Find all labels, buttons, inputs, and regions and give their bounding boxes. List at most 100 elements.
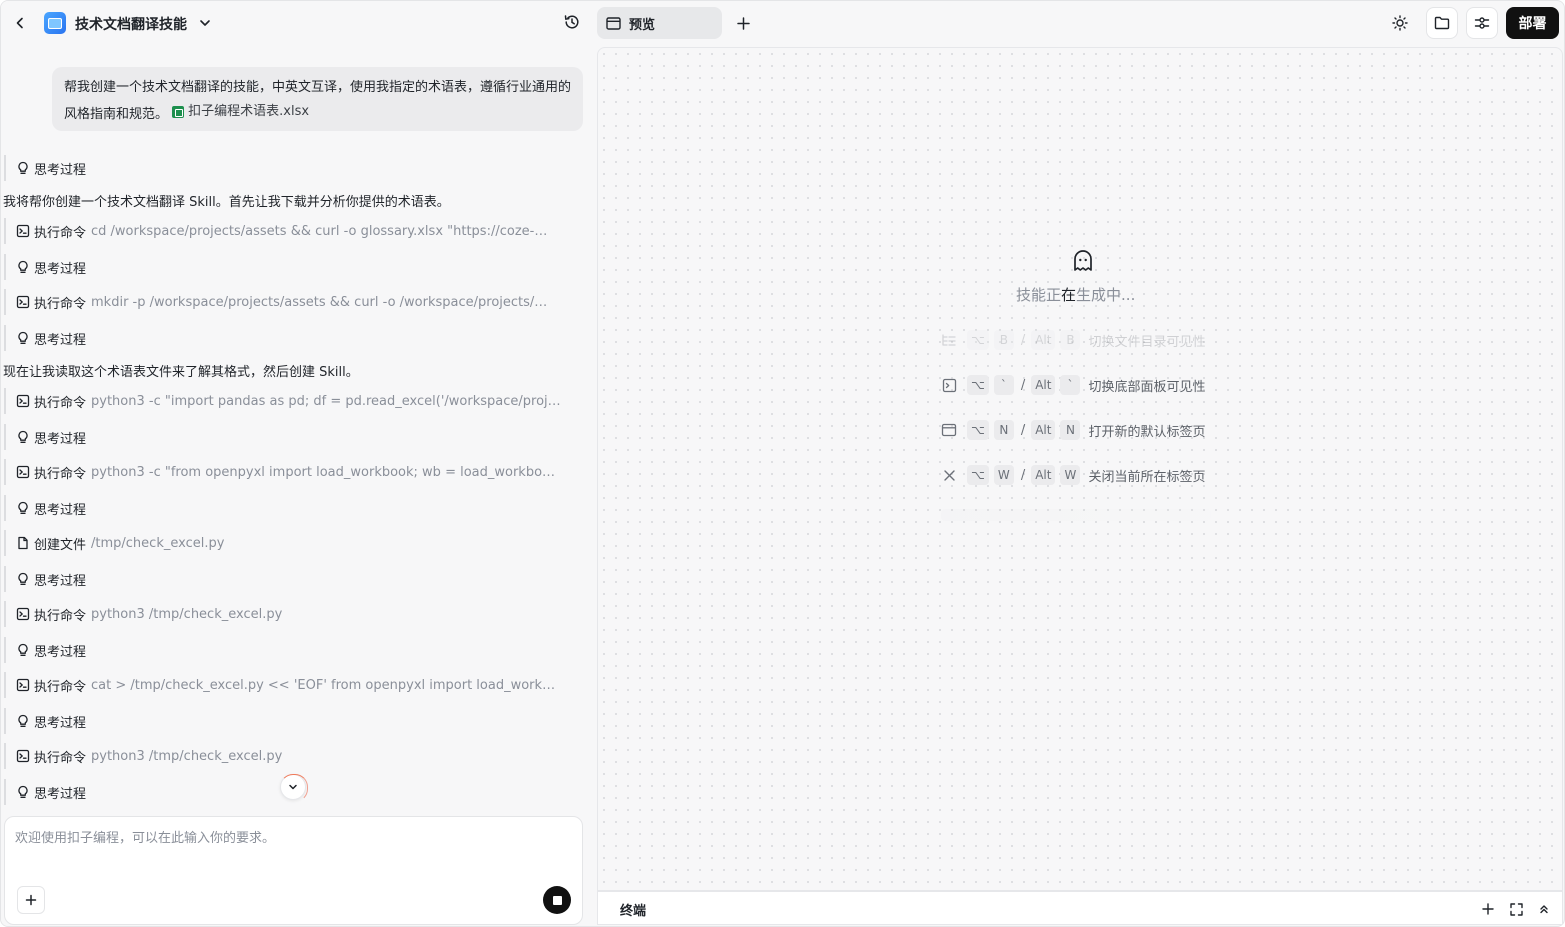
step-detail: python3 -c "from openpyxl import load_wo…	[91, 464, 562, 480]
ghost-icon	[1074, 250, 1092, 271]
stop-generation-button[interactable]	[543, 886, 571, 914]
key-cap: `	[993, 375, 1014, 395]
exec-command-step[interactable]: 执行命令 mkdir -p /workspace/projects/assets …	[4, 289, 564, 315]
terminal-icon	[16, 224, 30, 238]
terminal-icon	[16, 394, 30, 408]
chat-panel: 技术文档翻译技能 帮我创建一个技术文档翻译的技能，中英文互译，使用我指定的术语表…	[1, 1, 593, 926]
exec-command-step[interactable]: 执行命令 python3 -c "import pandas as pd; df …	[4, 388, 564, 414]
app-title: 技术文档翻译技能	[75, 17, 187, 33]
thinking-step[interactable]: 思考过程	[4, 566, 564, 592]
shortcut-hint: ⌥ B / Alt B 切换文件目录可见性	[941, 329, 1205, 351]
exec-command-step[interactable]: 执行命令 python3 /tmp/check_excel.py	[4, 743, 564, 769]
terminal-icon	[16, 607, 30, 621]
step-label: 思考过程	[34, 261, 87, 277]
user-message: 帮我创建一个技术文档翻译的技能，中英文互译，使用我指定的术语表，遵循行业通用的风…	[52, 67, 583, 131]
lightbulb-icon	[16, 430, 30, 444]
tab-preview-label: 预览	[629, 17, 656, 33]
exec-command-step[interactable]: 执行命令 cd /workspace/projects/assets && cur…	[4, 218, 564, 244]
shortcut-description: 关闭当前所在标签页	[1088, 469, 1206, 485]
key-cap: N	[993, 420, 1014, 440]
new-terminal-button[interactable]	[1480, 901, 1496, 917]
tab-bar: 预览 部署	[593, 1, 1564, 45]
key-cap: W	[1060, 465, 1081, 485]
attachment[interactable]: 扣子编程术语表.xlsx	[172, 100, 309, 124]
key-cap: ⌥	[967, 420, 989, 440]
separator: /	[1020, 467, 1026, 483]
terminal-icon	[16, 678, 30, 692]
generating-status: 技能正在生成中...	[1016, 286, 1136, 304]
scroll-to-bottom-button[interactable]	[280, 774, 308, 802]
chevron-down-icon	[200, 20, 210, 26]
settings-button[interactable]	[1466, 7, 1498, 39]
key-cap: W	[993, 465, 1014, 485]
chevrons-up-icon	[1540, 905, 1548, 914]
step-detail: python3 /tmp/check_excel.py	[91, 748, 283, 764]
step-label: 创建文件	[34, 537, 87, 553]
shortcut-description: 切换底部面板可见性	[1088, 379, 1206, 395]
separator: /	[1020, 332, 1026, 348]
add-attachment-button[interactable]	[17, 886, 45, 914]
assistant-message: 我将帮你创建一个技术文档翻译 Skill。首先让我下载并分析你提供的术语表。	[3, 194, 450, 210]
key-cap: Alt	[1031, 420, 1056, 440]
tab-preview[interactable]: 预览	[597, 7, 722, 39]
plus-icon	[1482, 903, 1494, 915]
step-label: 思考过程	[34, 431, 87, 447]
key-cap: ⌥	[967, 330, 989, 350]
sun-icon	[1392, 15, 1408, 31]
browser-tab-icon	[941, 422, 957, 438]
key-cap: B	[1060, 330, 1081, 350]
thinking-step[interactable]: 思考过程	[4, 708, 564, 734]
maximize-terminal-button[interactable]	[1508, 901, 1524, 917]
separator: /	[1020, 377, 1026, 393]
key-cap: N	[1060, 420, 1081, 440]
deploy-button[interactable]: 部署	[1506, 7, 1559, 39]
shortcut-description: 打开新的默认标签页	[1088, 424, 1206, 440]
thinking-step[interactable]: 思考过程	[4, 424, 564, 450]
chevron-left-icon	[16, 17, 23, 29]
thinking-step[interactable]: 思考过程	[4, 325, 564, 351]
chat-input[interactable]	[15, 827, 570, 877]
lightbulb-icon	[16, 501, 30, 515]
title-dropdown-button[interactable]	[197, 15, 213, 31]
collapse-terminal-button[interactable]	[1536, 901, 1552, 917]
step-label: 思考过程	[34, 715, 87, 731]
step-label: 思考过程	[34, 332, 87, 348]
exec-command-step[interactable]: 执行命令 python3 /tmp/check_excel.py	[4, 601, 564, 627]
thinking-step[interactable]: 思考过程	[4, 637, 564, 663]
attachment-name: 扣子编程术语表.xlsx	[188, 104, 310, 119]
step-detail: cd /workspace/projects/assets && curl -o…	[91, 223, 548, 239]
history-icon	[564, 15, 579, 29]
lightbulb-icon	[16, 714, 30, 728]
create-file-step[interactable]: 创建文件/tmp/check_excel.py	[4, 530, 564, 556]
browser-window-icon	[606, 16, 621, 30]
lightbulb-icon	[16, 161, 30, 175]
theme-toggle-button[interactable]	[1389, 12, 1411, 34]
step-label: 执行命令	[34, 750, 87, 766]
plus-icon	[25, 894, 37, 906]
user-message-text: 帮我创建一个技术文档翻译的技能，中英文互译，使用我指定的术语表，遵循行业通用的风…	[64, 80, 572, 122]
chat-input-box	[4, 816, 583, 925]
thinking-step[interactable]: 思考过程	[4, 254, 564, 280]
back-button[interactable]	[11, 13, 29, 33]
lightbulb-icon	[16, 785, 30, 799]
preview-panel: 预览 部署 技能正在生成中... ⌥ B / Alt B 切换文件目录可见性 ⌥…	[593, 1, 1564, 926]
folder-icon	[1434, 16, 1450, 30]
step-label: 执行命令	[34, 296, 87, 312]
step-detail: /tmp/check_excel.py	[91, 535, 225, 551]
terminal-icon	[941, 377, 957, 393]
terminal-label[interactable]: 终端	[620, 900, 646, 919]
history-button[interactable]	[563, 13, 583, 33]
shortcut-hint: ⌥ N / Alt N 打开新的默认标签页	[941, 419, 1205, 441]
thinking-step[interactable]: 思考过程	[4, 495, 564, 521]
close-icon	[941, 467, 957, 483]
shortcut-description: 切换文件目录可见性	[1088, 334, 1206, 350]
exec-command-step[interactable]: 执行命令 python3 -c "from openpyxl import loa…	[4, 459, 564, 485]
new-tab-button[interactable]	[733, 13, 753, 33]
app-logo	[44, 12, 66, 34]
thinking-step[interactable]: 思考过程	[4, 155, 564, 181]
key-cap: Alt	[1031, 375, 1056, 395]
stop-icon	[552, 895, 562, 905]
sliders-icon	[1474, 17, 1490, 29]
exec-command-step[interactable]: 执行命令 cat > /tmp/check_excel.py << 'EOF' f…	[4, 672, 564, 698]
file-tree-button[interactable]	[1426, 7, 1458, 39]
